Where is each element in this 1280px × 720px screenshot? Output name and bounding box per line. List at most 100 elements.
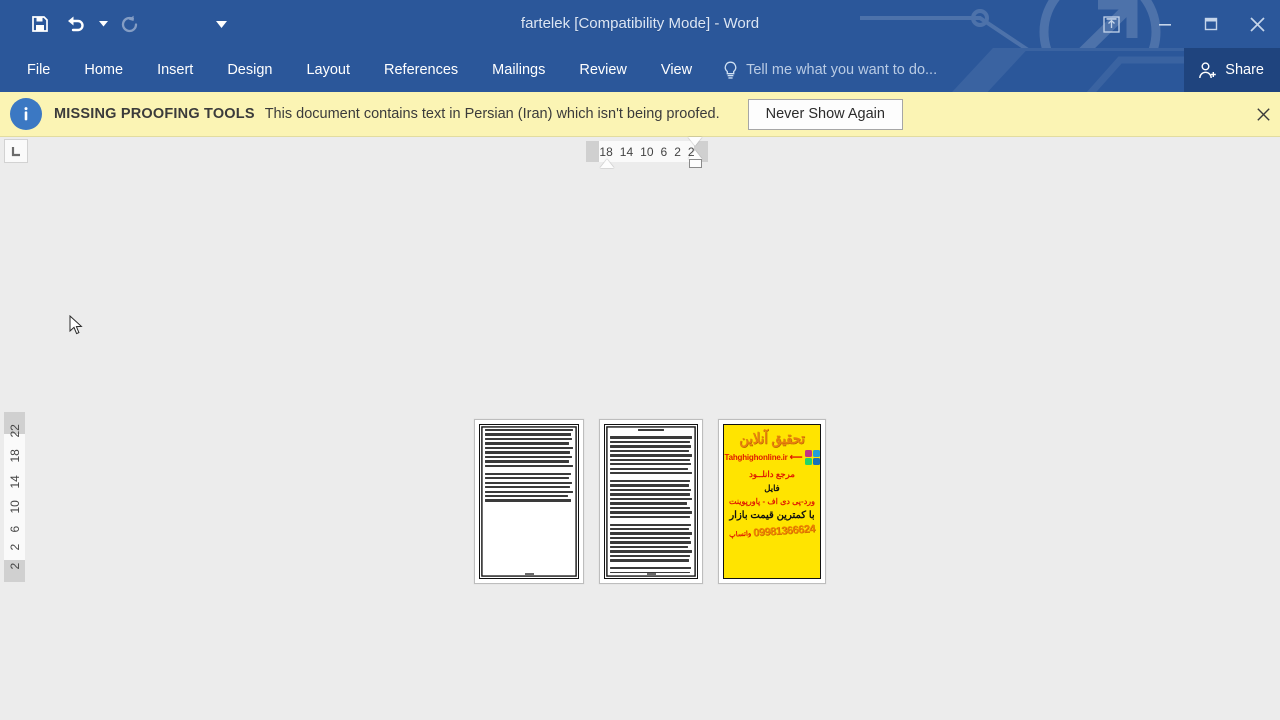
vruler-tick: 14 (7, 474, 22, 489)
ad-line-2: فایل (764, 483, 780, 493)
close-icon (1256, 107, 1270, 121)
tab-view[interactable]: View (644, 48, 709, 92)
redo-icon (121, 15, 138, 32)
left-indent-marker[interactable] (689, 159, 702, 168)
tab-insert[interactable]: Insert (140, 48, 210, 92)
paragraph-line (610, 502, 688, 505)
tab-mailings[interactable]: Mailings (475, 48, 562, 92)
paragraph-line (610, 559, 689, 562)
horizontal-ruler[interactable]: 18 14 10 6 2 2 (586, 137, 708, 168)
paragraph-line (610, 479, 691, 483)
paragraph-line (485, 499, 572, 502)
quick-access-toolbar (0, 0, 230, 48)
share-person-icon (1199, 61, 1217, 78)
close-icon (1249, 16, 1265, 32)
page-number-mark (475, 573, 583, 575)
whatsapp-icon (804, 458, 812, 465)
paragraph-line (610, 550, 692, 553)
paragraph-line (610, 445, 692, 448)
tab-home[interactable]: Home (67, 48, 140, 92)
redo-button[interactable] (112, 7, 148, 41)
hruler-tick: 6 (660, 144, 668, 159)
app-icon (812, 458, 820, 465)
paragraph-line (610, 567, 692, 570)
document-page-1[interactable] (474, 419, 584, 584)
page-thumbnails: تحقیق آنلاین Tahghighonline.ir ⟵ مرجع دا… (474, 419, 826, 584)
undo-icon (68, 16, 84, 32)
info-bar-close-button[interactable] (1252, 103, 1274, 125)
paragraph-line (485, 451, 571, 454)
customize-qat-button[interactable] (212, 7, 230, 41)
paragraph-line (610, 536, 690, 540)
paragraph-line (610, 511, 692, 514)
paragraph-line (637, 429, 665, 432)
ribbon-tab-bar: File Home Insert Design Layout Reference… (0, 48, 1280, 92)
tab-file[interactable]: File (10, 48, 67, 92)
title-bar: fartelek [Compatibility Mode] - Word (0, 0, 1280, 48)
hruler-tick: 14 (619, 144, 634, 159)
document-page-2[interactable] (599, 419, 703, 584)
paragraph-line (485, 429, 573, 432)
ruler-left-margin-zone (586, 141, 599, 162)
arrow-left-icon: ⟵ (789, 452, 803, 462)
paragraph-line (610, 493, 690, 496)
minimize-icon (1159, 24, 1171, 26)
tell-me-search[interactable]: Tell me what you want to do... (723, 48, 937, 92)
paragraph-line (610, 458, 690, 461)
paragraph-line (610, 515, 691, 519)
mouse-cursor (69, 315, 83, 335)
save-button[interactable] (22, 7, 58, 41)
paragraph-line (485, 442, 570, 445)
paragraph-line (610, 545, 688, 549)
tab-review[interactable]: Review (562, 48, 644, 92)
info-icon (10, 98, 42, 130)
undo-button[interactable] (58, 7, 94, 41)
paragraph-line (610, 440, 691, 444)
paragraph-line (485, 446, 573, 450)
vruler-tick: 18 (7, 449, 22, 463)
paragraph-line (610, 454, 692, 457)
paragraph-line (485, 494, 568, 498)
maximize-button[interactable] (1188, 7, 1234, 41)
lightbulb-icon (724, 61, 737, 79)
tab-stop-selector[interactable] (4, 139, 28, 163)
paragraph-line (610, 528, 689, 531)
hruler-tick: 10 (640, 144, 654, 159)
paragraph-line (485, 437, 573, 441)
paragraph-line (485, 460, 569, 463)
paragraph-line (610, 463, 692, 466)
paragraph-line (610, 523, 692, 526)
undo-dropdown-button[interactable] (94, 7, 112, 41)
info-bar-message: This document contains text in Persian (… (264, 106, 720, 122)
share-button[interactable]: Share (1184, 48, 1280, 92)
vertical-ruler-ticks: 2 2 6 10 14 18 22 (4, 412, 25, 582)
tab-design[interactable]: Design (210, 48, 289, 92)
ad-contact-row: واتساپ 09981366624 (728, 523, 815, 541)
paragraph-line (485, 481, 573, 484)
paragraph-line (485, 472, 572, 475)
paragraph-line (485, 433, 572, 436)
ad-line-4: با کمترین قیمت بازار (729, 510, 815, 521)
share-label: Share (1225, 62, 1264, 78)
page-1-content (485, 429, 573, 573)
page-number-mark (600, 573, 702, 575)
hanging-indent-marker[interactable] (600, 159, 614, 168)
ribbon-display-options-button[interactable] (1088, 7, 1134, 41)
close-button[interactable] (1234, 7, 1280, 41)
paragraph-line (610, 467, 688, 470)
tab-references[interactable]: References (367, 48, 475, 92)
maximize-icon (1204, 17, 1218, 31)
ribbon-tabs: File Home Insert Design Layout Reference… (0, 48, 709, 92)
paragraph-line (610, 436, 692, 439)
minimize-button[interactable] (1142, 7, 1188, 41)
never-show-again-button[interactable]: Never Show Again (747, 98, 903, 130)
window-controls (1088, 0, 1280, 48)
document-page-3[interactable]: تحقیق آنلاین Tahghighonline.ir ⟵ مرجع دا… (718, 419, 826, 584)
chevron-down-icon (98, 21, 108, 27)
ad-site-row: Tahghighonline.ir ⟵ (724, 450, 820, 465)
tab-layout[interactable]: Layout (289, 48, 367, 92)
paragraph-line (610, 532, 692, 535)
vertical-ruler[interactable]: 2 2 6 10 14 18 22 (4, 412, 25, 582)
ad-whatsapp-label: واتساپ (728, 530, 752, 539)
left-tab-icon (11, 146, 20, 156)
